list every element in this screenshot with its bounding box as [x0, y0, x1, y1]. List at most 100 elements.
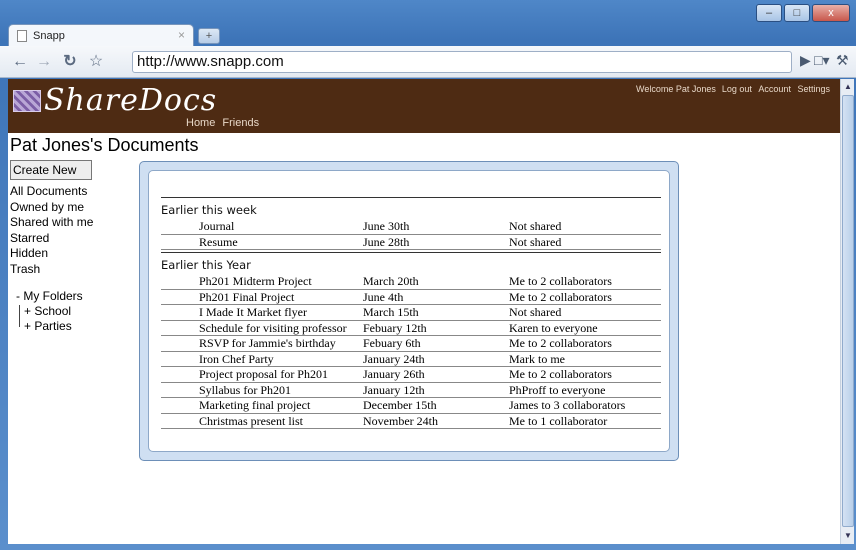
document-row[interactable]: Christmas present list November 24th Me to…	[161, 413, 661, 429]
forward-arrow-icon[interactable]: →	[34, 52, 54, 72]
document-name: Ph201 Midterm Project	[199, 274, 312, 288]
document-name: I Made It Market flyer	[199, 305, 307, 319]
document-date: June 30th	[363, 219, 410, 233]
folder-my-folders[interactable]: - My Folders	[16, 289, 83, 304]
section-heading: Earlier this Year	[161, 252, 661, 274]
scroll-up-icon[interactable]: ▲	[842, 80, 854, 94]
document-row[interactable]: Syllabus for Ph201 January 12th PhProff to…	[161, 382, 661, 398]
document-sharing: James to 3 collaborators	[509, 398, 626, 412]
document-sharing: Me to 2 collaborators	[509, 336, 612, 350]
nav-home-link[interactable]: Home	[186, 117, 215, 129]
documents-panel: Earlier this week Journal June 30th Not sha…	[139, 161, 679, 461]
section-heading: Earlier this week	[161, 197, 661, 219]
welcome-text: Welcome Pat Jones	[636, 84, 716, 94]
scroll-down-icon[interactable]: ▼	[842, 529, 854, 543]
document-sharing: Me to 2 collaborators	[509, 367, 612, 381]
document-date: Febuary 12th	[363, 320, 427, 335]
app-header: ShareDocs Home Friends Welcome Pat Jones…	[8, 79, 840, 133]
document-date: Febuary 6th	[363, 336, 421, 350]
sidebar-filters: All Documents Owned by me Shared with me…	[10, 184, 93, 277]
document-row[interactable]: Ph201 Midterm Project March 20th Me to 2 c…	[161, 274, 661, 290]
document-row[interactable]: Iron Chef Party January 24th Mark to me	[161, 351, 661, 367]
documents-table: Earlier this week Journal June 30th Not sha…	[161, 197, 661, 431]
documents-list-container: Earlier this week Journal June 30th Not sha…	[148, 170, 670, 452]
document-row[interactable]: Project proposal for Ph201 January 26th Me…	[161, 367, 661, 383]
document-sharing: Karen to everyone	[509, 320, 598, 335]
new-tab-button[interactable]: +	[198, 28, 220, 44]
document-sharing: PhProff to everyone	[509, 382, 606, 397]
settings-link[interactable]: Settings	[797, 84, 830, 94]
document-date: March 15th	[363, 305, 419, 319]
star-icon[interactable]: ☆	[86, 52, 106, 72]
logout-link[interactable]: Log out	[722, 84, 752, 94]
document-sharing: Not shared	[509, 219, 562, 233]
document-date: January 26th	[363, 367, 425, 381]
document-row[interactable]: RSVP for Jammie's birthday Febuary 6th Me …	[161, 336, 661, 352]
logo-icon	[13, 90, 41, 112]
sidebar-item-all-documents[interactable]: All Documents	[10, 184, 93, 200]
document-row[interactable]: I Made It Market flyer March 15th Not shar…	[161, 305, 661, 321]
page-icon	[17, 30, 27, 42]
document-date: June 4th	[363, 289, 404, 304]
app-logo[interactable]: ShareDocs	[44, 83, 217, 118]
browser-toolbar: ← → ↻ ☆ http://www.snapp.com ▶ □▾ ⚒	[0, 46, 856, 78]
account-link[interactable]: Account	[758, 84, 791, 94]
maximize-button[interactable]: □	[784, 4, 810, 22]
folder-school[interactable]: + School	[16, 304, 83, 319]
document-row[interactable]: Marketing final project December 15th Jame…	[161, 398, 661, 414]
scroll-thumb[interactable]	[842, 95, 854, 527]
document-date: June 28th	[363, 234, 410, 249]
document-sharing: Not shared	[509, 305, 562, 319]
document-name: Ph201 Final Project	[199, 289, 295, 304]
document-sharing: Not shared	[509, 234, 562, 249]
go-icon[interactable]: ▶	[800, 52, 811, 69]
document-date: November 24th	[363, 413, 438, 428]
tab-close-icon[interactable]: ×	[178, 28, 185, 42]
page-menu-icon[interactable]: □▾	[814, 52, 829, 69]
address-bar[interactable]: http://www.snapp.com	[132, 51, 792, 73]
document-sharing: Mark to me	[509, 351, 565, 366]
document-sharing: Me to 2 collaborators	[509, 289, 612, 304]
document-name: Journal	[199, 219, 235, 233]
folder-parties[interactable]: + Parties	[16, 319, 83, 334]
nav-friends-link[interactable]: Friends	[222, 117, 259, 129]
document-row[interactable]: Schedule for visiting professor Febuary 1…	[161, 320, 661, 336]
sidebar-item-shared-with-me[interactable]: Shared with me	[10, 215, 93, 231]
document-row[interactable]: Ph201 Final Project June 4th Me to 2 colla…	[161, 289, 661, 305]
browser-window: – □ x Snapp × + ← → ↻ ☆ http://www.snapp…	[0, 0, 856, 550]
document-name: Project proposal for Ph201	[199, 367, 328, 381]
page-title: Pat Jones's Documents	[10, 135, 199, 155]
document-date: December 15th	[363, 398, 437, 412]
page-viewport: ShareDocs Home Friends Welcome Pat Jones…	[8, 79, 840, 544]
account-links: Log out Account Settings	[718, 84, 830, 94]
document-sharing: Me to 2 collaborators	[509, 274, 612, 288]
document-name: Iron Chef Party	[199, 351, 274, 366]
header-nav: Home Friends	[186, 117, 263, 129]
folder-tree: - My Folders + School + Parties	[16, 289, 83, 334]
reload-icon[interactable]: ↻	[60, 52, 80, 72]
document-name: RSVP for Jammie's birthday	[199, 336, 336, 350]
wrench-icon[interactable]: ⚒	[836, 52, 849, 69]
browser-tab[interactable]: Snapp ×	[8, 24, 194, 46]
document-name: Syllabus for Ph201	[199, 382, 292, 397]
document-date: January 12th	[363, 382, 425, 397]
create-new-button[interactable]: Create New	[10, 160, 92, 180]
document-row[interactable]: Resume June 28th Not shared	[161, 234, 661, 250]
sidebar-item-starred[interactable]: Starred	[10, 231, 93, 247]
document-date: January 24th	[363, 351, 425, 366]
sidebar-item-hidden[interactable]: Hidden	[10, 246, 93, 262]
document-name: Marketing final project	[199, 398, 311, 412]
window-controls: – □ x	[754, 4, 850, 22]
tab-title: Snapp	[33, 30, 65, 42]
vertical-scrollbar[interactable]: ▲ ▼	[840, 79, 854, 544]
document-name: Resume	[199, 234, 238, 249]
document-sharing: Me to 1 collaborator	[509, 413, 608, 428]
document-row[interactable]: Journal June 30th Not shared	[161, 219, 661, 235]
minimize-button[interactable]: –	[756, 4, 782, 22]
document-date: March 20th	[363, 274, 419, 288]
close-window-button[interactable]: x	[812, 4, 850, 22]
sidebar-item-owned-by-me[interactable]: Owned by me	[10, 200, 93, 216]
sidebar-item-trash[interactable]: Trash	[10, 262, 93, 278]
back-arrow-icon[interactable]: ←	[10, 52, 30, 72]
